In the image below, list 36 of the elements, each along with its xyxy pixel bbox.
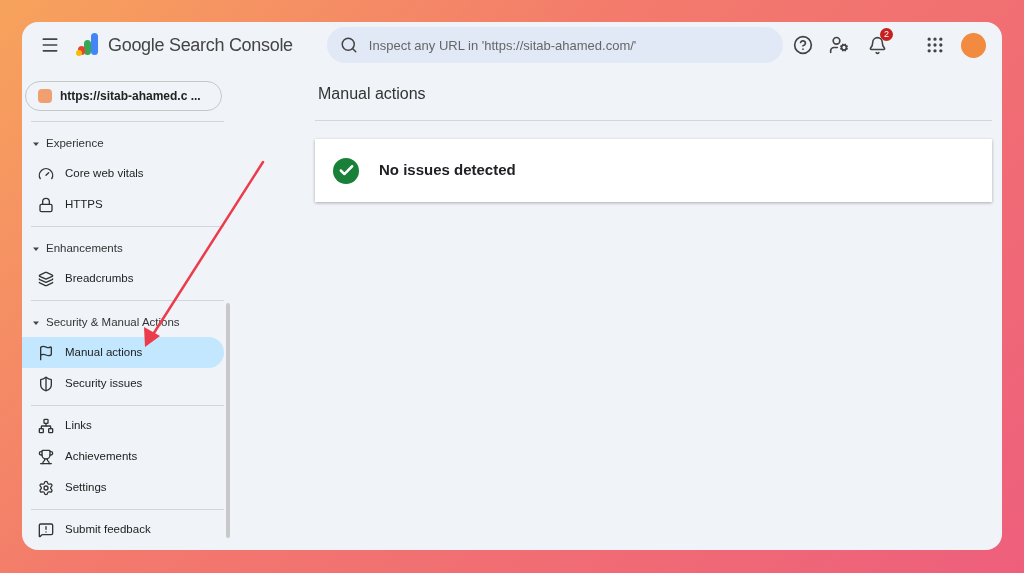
expand-caret-icon[interactable] — [32, 319, 40, 327]
property-avatar — [38, 89, 52, 103]
section-heading: Enhancements — [46, 241, 123, 257]
sidebar-item[interactable]: Security issues — [22, 368, 224, 399]
flag-icon — [38, 344, 54, 361]
feedback-icon — [38, 521, 54, 538]
lock-icon — [38, 196, 54, 213]
shield-icon — [38, 375, 54, 392]
notification-badge: 2 — [880, 28, 893, 41]
apps-icon[interactable] — [925, 35, 945, 55]
gauge-icon — [38, 165, 54, 182]
network-icon — [38, 417, 54, 434]
search-icon — [339, 36, 358, 54]
help-icon[interactable] — [793, 35, 813, 55]
sidebar-item[interactable]: Breadcrumbs — [22, 263, 224, 294]
sidebar-item[interactable]: Settings — [22, 472, 224, 503]
settings-icon — [38, 479, 54, 496]
page-title: Manual actions — [318, 84, 426, 104]
sidebar-item[interactable]: Manual actions — [22, 337, 224, 368]
trophy-icon — [38, 448, 54, 465]
sidebar-item[interactable]: Achievements — [22, 441, 224, 472]
user-settings-icon[interactable] — [829, 35, 849, 55]
sidebar-item[interactable]: Links — [22, 410, 224, 441]
scrollbar[interactable] — [226, 303, 230, 538]
logo-icon — [74, 32, 100, 58]
notifications-icon[interactable] — [867, 35, 887, 55]
sidebar-item[interactable]: Submit feedback — [22, 514, 224, 545]
product-title: Google Search Console — [108, 33, 293, 57]
sidebar-item[interactable]: HTTPS — [22, 189, 224, 220]
layers-icon — [38, 270, 54, 287]
section-heading: Experience — [46, 136, 104, 152]
expand-caret-icon[interactable] — [32, 245, 40, 253]
search-field[interactable]: Inspect any URL in 'https://sitab-ahamed.com/' — [326, 27, 783, 63]
sidebar-item[interactable]: Core web vitals — [22, 158, 224, 189]
expand-caret-icon[interactable] — [32, 140, 40, 148]
status-text: No issues detected — [379, 160, 516, 181]
